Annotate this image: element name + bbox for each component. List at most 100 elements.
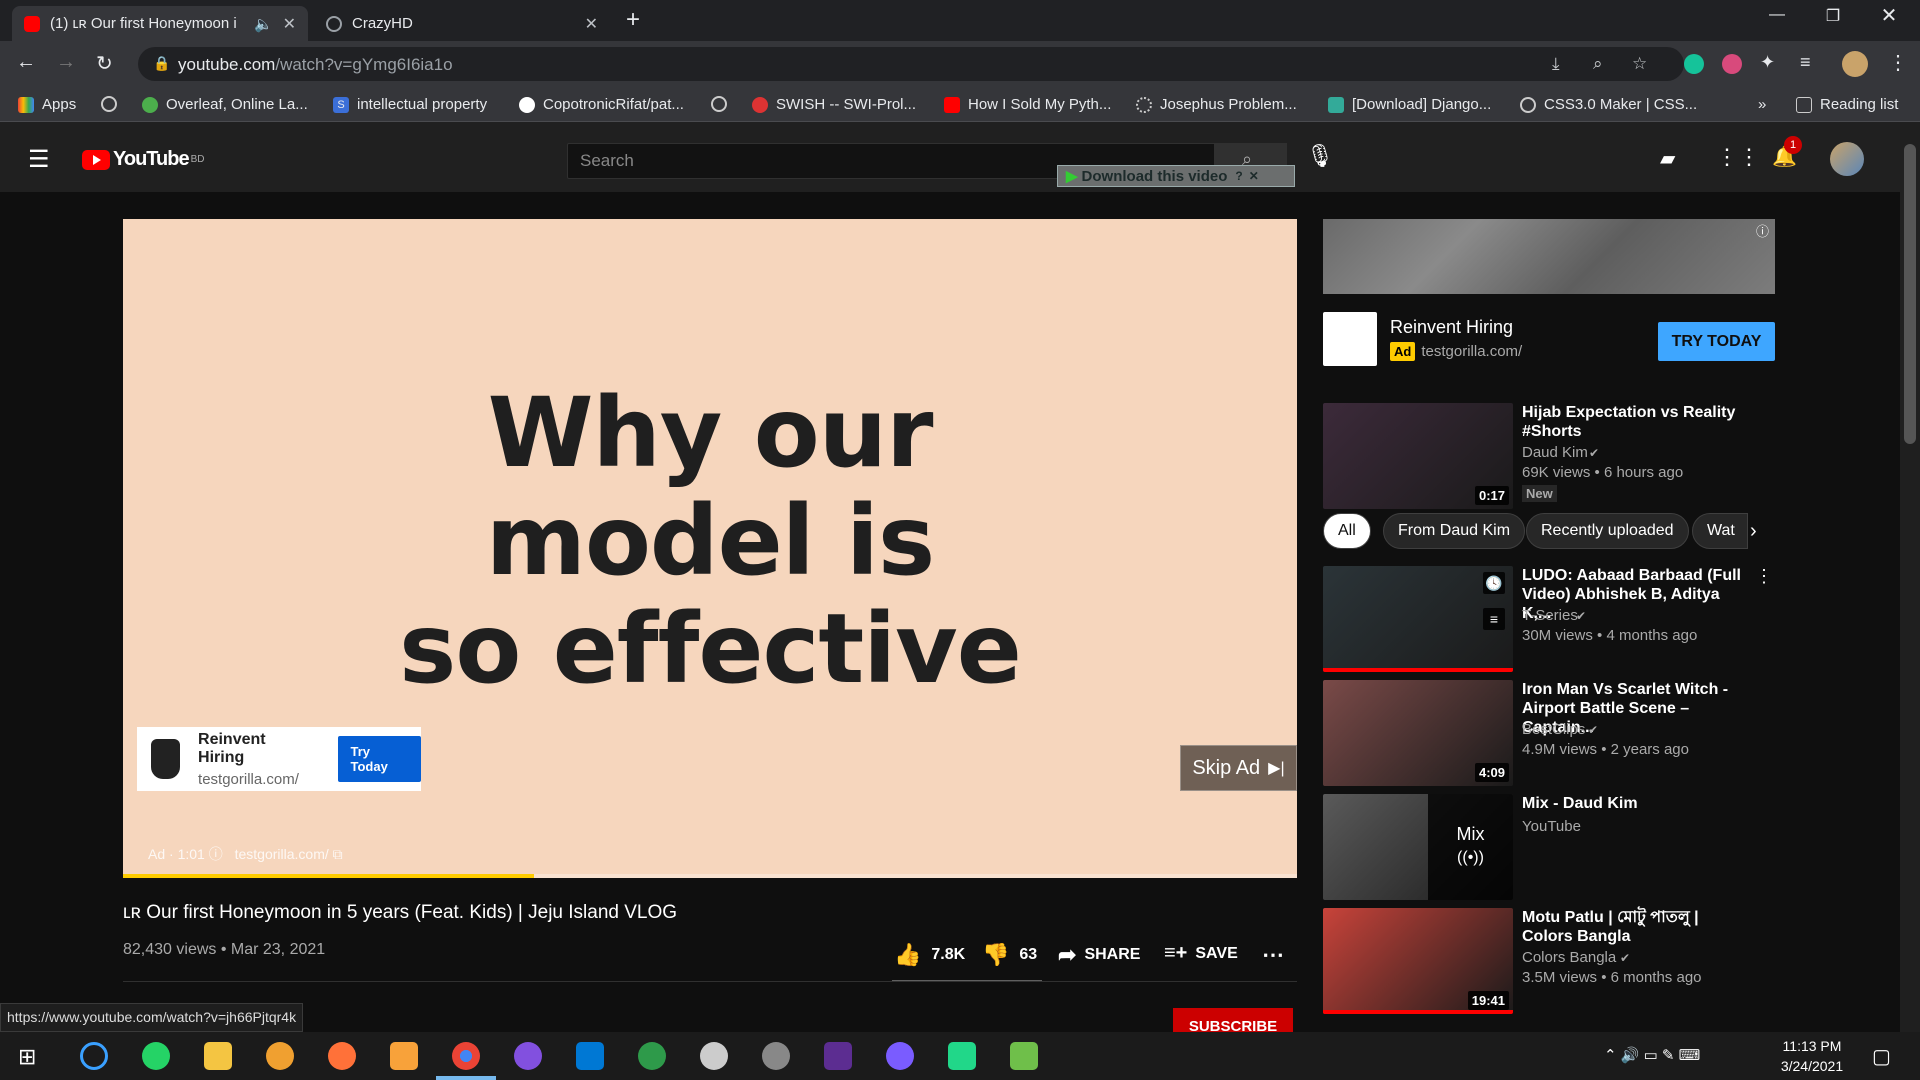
clock[interactable]: 11:13 PM 3/24/2021 bbox=[1770, 1038, 1854, 1074]
video-item-title[interactable]: Mix - Daud Kim bbox=[1522, 794, 1752, 813]
bookmark-django[interactable]: [Download] Django... bbox=[1328, 96, 1491, 113]
new-tab-icon[interactable]: + bbox=[626, 6, 640, 34]
try-today-button[interactable]: TRY TODAY bbox=[1658, 322, 1775, 361]
visual-studio-icon[interactable] bbox=[824, 1042, 852, 1070]
tab-crazyhd[interactable]: CrazyHD ✕ bbox=[314, 6, 610, 41]
extension-icon[interactable] bbox=[1722, 54, 1742, 74]
video-channel[interactable]: Daud Kim bbox=[1522, 444, 1588, 461]
hamburger-menu-icon[interactable]: ☰ bbox=[28, 145, 50, 174]
microphone-icon[interactable]: 🎙 bbox=[1306, 143, 1334, 169]
whatsapp-icon[interactable] bbox=[142, 1042, 170, 1070]
video-thumbnail[interactable]: 4:09 bbox=[1323, 680, 1513, 786]
more-bookmarks-icon[interactable]: » bbox=[1758, 96, 1766, 113]
ad-info-url[interactable]: testgorilla.com/ bbox=[235, 846, 329, 862]
video-thumbnail[interactable]: Mix ((•)) bbox=[1323, 794, 1513, 900]
messenger-icon[interactable] bbox=[886, 1042, 914, 1070]
dislike-button[interactable]: 👎 63 bbox=[982, 942, 1037, 968]
like-button[interactable]: 👍 7.8K bbox=[894, 942, 965, 968]
more-options-icon[interactable]: ⋮ bbox=[1755, 566, 1773, 587]
restore-icon[interactable]: ❐ bbox=[1810, 6, 1856, 26]
close-tab-icon[interactable]: ✕ bbox=[585, 14, 598, 34]
save-button[interactable]: ≡+ SAVE bbox=[1164, 942, 1238, 965]
reading-list[interactable]: Reading list bbox=[1796, 96, 1898, 113]
address-bar[interactable]: 🔒 youtube.com/watch?v=gYmg6I6ia1o ⤓ ⌕ ☆ bbox=[138, 47, 1684, 81]
try-today-button[interactable]: Try Today bbox=[338, 736, 421, 782]
watch-later-icon[interactable]: 🕓 bbox=[1483, 572, 1505, 594]
info-icon[interactable]: ⓘ bbox=[1756, 221, 1769, 240]
tab-youtube[interactable]: (1) ʟʀ Our first Honeymoon i 🔈 ✕ bbox=[12, 6, 308, 41]
app-icon[interactable] bbox=[762, 1042, 790, 1070]
puzzle-icon[interactable]: ✦ bbox=[1760, 52, 1775, 73]
vpn-icon[interactable] bbox=[266, 1042, 294, 1070]
scrollbar-thumb[interactable] bbox=[1904, 144, 1916, 444]
more-actions-icon[interactable]: ⋯ bbox=[1262, 942, 1284, 968]
page-scrollbar[interactable] bbox=[1900, 122, 1920, 1032]
account-avatar[interactable] bbox=[1830, 142, 1864, 176]
notification-center-icon[interactable]: ▢ bbox=[1872, 1044, 1891, 1069]
firefox-icon[interactable] bbox=[328, 1042, 356, 1070]
video-thumbnail[interactable]: 19:41 bbox=[1323, 908, 1513, 1014]
bookmark-globe[interactable] bbox=[101, 96, 125, 112]
menu-kebab-icon[interactable]: ⋮ bbox=[1888, 50, 1908, 75]
bookmark-github[interactable]: CopotronicRifat/pat... bbox=[519, 96, 684, 113]
github-desktop-icon[interactable] bbox=[514, 1042, 542, 1070]
file-explorer-icon[interactable] bbox=[204, 1042, 232, 1070]
apps-grid-icon[interactable]: ⋮⋮ bbox=[1716, 144, 1760, 170]
zoom-icon[interactable]: ⌕ bbox=[1593, 54, 1603, 74]
close-tab-icon[interactable]: ✕ bbox=[283, 14, 296, 34]
bookmark-youtube[interactable]: How I Sold My Pyth... bbox=[944, 96, 1111, 113]
bookmark-swish[interactable]: SWISH -- SWI-Prol... bbox=[752, 96, 916, 113]
windows-start-icon[interactable]: ⊞ bbox=[18, 1044, 36, 1070]
pycharm-icon[interactable] bbox=[948, 1042, 976, 1070]
video-item-title[interactable]: Motu Patlu | মোটু পাতলু | Colors Bangla bbox=[1522, 908, 1752, 946]
ad-progress-bar[interactable] bbox=[123, 874, 1297, 878]
app-icon[interactable] bbox=[638, 1042, 666, 1070]
sidebar-ad-banner[interactable]: ⓘ bbox=[1323, 219, 1775, 294]
app-icon[interactable] bbox=[390, 1042, 418, 1070]
bookmark-apps[interactable]: Apps bbox=[18, 96, 76, 113]
subscribe-button[interactable]: SUBSCRIBE bbox=[1173, 1008, 1293, 1032]
chip-all[interactable]: All bbox=[1323, 513, 1371, 549]
install-icon[interactable]: ⤓ bbox=[1552, 54, 1560, 74]
create-video-icon[interactable]: ▰ bbox=[1660, 146, 1675, 171]
video-thumbnail[interactable]: 0:17 bbox=[1323, 403, 1513, 509]
video-channel[interactable]: BestClips bbox=[1522, 721, 1585, 738]
info-icon[interactable]: ⓘ bbox=[209, 846, 223, 862]
video-item-title[interactable]: Hijab Expectation vs Reality #Shorts bbox=[1522, 403, 1752, 441]
video-thumbnail[interactable]: 🕓 ≡ bbox=[1323, 566, 1513, 672]
chip-from-daud-kim[interactable]: From Daud Kim bbox=[1383, 513, 1526, 549]
media-control-icon[interactable]: ≡ bbox=[1800, 52, 1811, 73]
download-video-button[interactable]: ▶ Download this video? ✕ bbox=[1057, 165, 1295, 187]
help-icon[interactable]: ? bbox=[1235, 169, 1242, 183]
back-icon[interactable]: ← bbox=[16, 51, 36, 74]
grammarly-icon[interactable] bbox=[1684, 54, 1704, 74]
bookmark-josephus[interactable]: Josephus Problem... bbox=[1136, 96, 1297, 113]
close-icon[interactable]: ✕ bbox=[1249, 169, 1259, 183]
forward-icon[interactable]: → bbox=[56, 51, 76, 74]
video-channel[interactable]: Colors Bangla bbox=[1522, 949, 1616, 966]
close-window-icon[interactable]: ✕ bbox=[1866, 3, 1912, 28]
minimize-icon[interactable]: — bbox=[1754, 6, 1800, 24]
video-player[interactable]: Why our model is so effective Reinvent H… bbox=[123, 219, 1297, 878]
bookmark-css[interactable]: CSS3.0 Maker | CSS... bbox=[1520, 96, 1697, 113]
chip-recently-uploaded[interactable]: Recently uploaded bbox=[1526, 513, 1689, 549]
app-icon[interactable] bbox=[1010, 1042, 1038, 1070]
chrome-icon[interactable] bbox=[452, 1042, 480, 1070]
reload-icon[interactable]: ↻ bbox=[96, 51, 113, 76]
search-icon[interactable] bbox=[80, 1042, 108, 1070]
system-tray-icons[interactable]: ⌃ 🔊 ▭ ✎ ⌨ bbox=[1604, 1046, 1700, 1064]
app-icon[interactable] bbox=[700, 1042, 728, 1070]
skip-ad-button[interactable]: Skip Ad ▶| bbox=[1180, 745, 1297, 791]
video-channel[interactable]: YouTube bbox=[1522, 818, 1581, 835]
add-to-queue-icon[interactable]: ≡ bbox=[1483, 608, 1505, 630]
profile-avatar[interactable] bbox=[1842, 51, 1868, 77]
bookmark-ip[interactable]: Sintellectual property bbox=[333, 96, 487, 113]
vscode-icon[interactable] bbox=[576, 1042, 604, 1070]
mute-icon[interactable]: 🔈 bbox=[254, 15, 273, 33]
chevron-right-icon[interactable]: › bbox=[1750, 520, 1757, 543]
chip-watched[interactable]: Wat bbox=[1692, 513, 1748, 549]
ad-overlay-card[interactable]: Reinvent Hiring testgorilla.com/ Try Tod… bbox=[137, 727, 421, 791]
share-button[interactable]: ➦ SHARE bbox=[1058, 942, 1140, 968]
bookmark-globe-2[interactable] bbox=[711, 96, 735, 112]
bookmark-overleaf[interactable]: Overleaf, Online La... bbox=[142, 96, 308, 113]
